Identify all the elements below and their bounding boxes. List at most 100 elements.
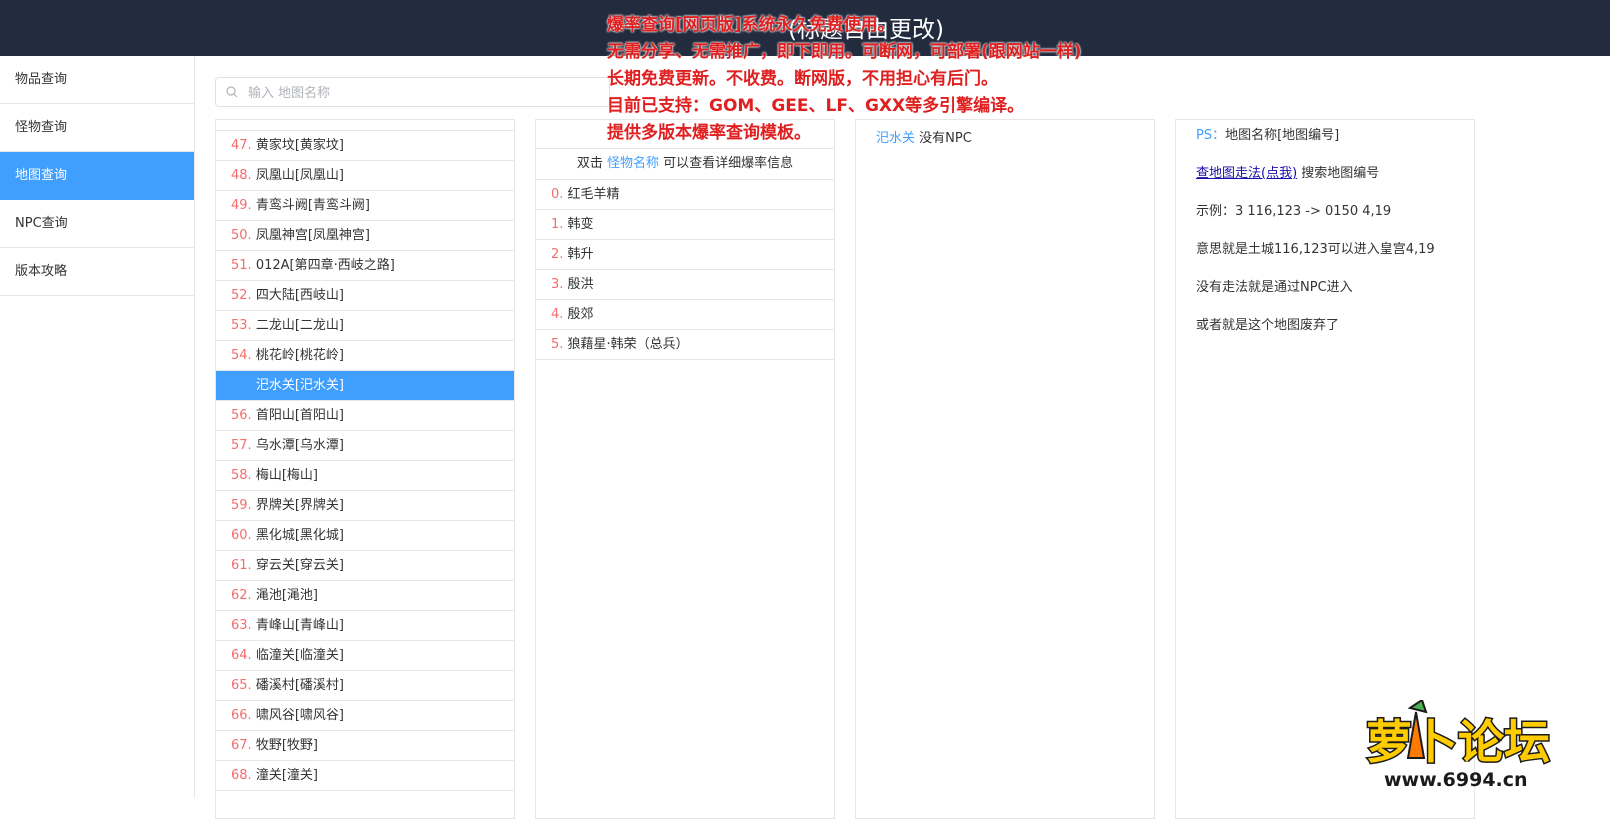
monster-list-item[interactable]: 2. 韩升 <box>536 240 834 270</box>
map-list-item[interactable]: 50. 凤凰神宫[凤凰神宫] <box>216 221 514 251</box>
monster-item-number: 4. <box>551 307 564 322</box>
double-click-hint: 双击 怪物名称 可以查看详细爆率信息 <box>536 149 834 180</box>
map-list-item[interactable]: 63. 青峰山[青峰山] <box>216 611 514 641</box>
map-item-number: 56. <box>231 408 252 423</box>
sidebar-item-maps[interactable]: 地图查询 <box>0 152 194 200</box>
map-list-item[interactable]: 56. 首阳山[首阳山] <box>216 401 514 431</box>
map-list-item[interactable]: 57. 乌水潭[乌水潭] <box>216 431 514 461</box>
list-item-partial <box>216 120 514 131</box>
map-list-item[interactable]: 66. 啸风谷[啸风谷] <box>216 701 514 731</box>
map-item-name: 汜水关[汜水关] <box>255 378 344 393</box>
map-list-item[interactable]: 60. 黑化城[黑化城] <box>216 521 514 551</box>
map-list-item[interactable]: 48. 凤凰山[凤凰山] <box>216 161 514 191</box>
map-item-number: 50. <box>231 228 252 243</box>
map-item-name: 凤凰山[凤凰山] <box>255 168 344 183</box>
monster-list-item[interactable]: 5. 狼藉星·韩荣（总兵） <box>536 330 834 360</box>
map-item-name: 黑化城[黑化城] <box>255 528 344 543</box>
monster-item-name: 狼藉星·韩荣（总兵） <box>567 337 689 352</box>
map-item-number: 66. <box>231 708 252 723</box>
monster-item-name: 殷郊 <box>567 307 594 322</box>
search-input[interactable] <box>246 78 600 108</box>
monster-list-item[interactable]: 1. 韩变 <box>536 210 834 240</box>
map-list-item[interactable]: 65. 磻溪村[磻溪村] <box>216 671 514 701</box>
monster-item-name: 殷洪 <box>567 277 594 292</box>
help-ps-label: PS： <box>1196 128 1226 143</box>
map-item-number: 61. <box>231 558 252 573</box>
map-item-number: 54. <box>231 348 252 363</box>
map-item-number: 48. <box>231 168 252 183</box>
promo-line: 爆率查询[网页版]系统永久免费使用。 <box>607 15 895 35</box>
map-route-link[interactable]: 查地图走法(点我) <box>1196 166 1297 181</box>
map-item-number: 64. <box>231 648 252 663</box>
help-ps-text: 地图名称[地图编号] <box>1225 128 1340 143</box>
promo-overlay-text: 爆率查询[网页版]系统永久免费使用。 无需分享、无需推广，即下即用。可断网，可部… <box>607 12 1082 147</box>
monster-item-name: 韩变 <box>567 217 594 232</box>
map-list-item[interactable]: 68. 潼关[潼关] <box>216 761 514 791</box>
sidebar-item-monsters[interactable]: 怪物查询 <box>0 104 194 152</box>
map-item-name: 桃花岭[桃花岭] <box>255 348 344 363</box>
monster-item-name: 韩升 <box>567 247 594 262</box>
map-item-name: 黄家坟[黄家坟] <box>255 138 344 153</box>
sidebar: 物品查询 怪物查询 地图查询 NPC查询 版本攻略 <box>0 56 195 798</box>
map-item-number: 53. <box>231 318 252 333</box>
map-item-name: 临潼关[临潼关] <box>255 648 344 663</box>
map-item-name: 乌水潭[乌水潭] <box>255 438 344 453</box>
map-item-name: 界牌关[界牌关] <box>255 498 344 513</box>
promo-line: 目前已支持：GOM、GEE、LF、GXX等多引擎编译。 <box>607 96 1025 116</box>
map-item-name: 渑池[渑池] <box>255 588 318 603</box>
map-item-name: 梅山[梅山] <box>255 468 318 483</box>
map-item-number: 58. <box>231 468 252 483</box>
map-list-item[interactable]: 52. 四大陆[西岐山] <box>216 281 514 311</box>
map-item-number: 59. <box>231 498 252 513</box>
map-item-number: 63. <box>231 618 252 633</box>
help-example: 示例：3 116,123 -> 0150 4,19 <box>1196 204 1392 219</box>
map-list-item[interactable]: 64. 临潼关[临潼关] <box>216 641 514 671</box>
monster-panel: 双击 怪物名称 可以查看详细爆率信息 0. 红毛羊精 1. 韩变 2. 韩升 3. 殷… <box>535 119 835 819</box>
monster-item-number: 5. <box>551 337 564 352</box>
map-list-item[interactable]: 51. 012A[第四章·西岐之路] <box>216 251 514 281</box>
map-item-name: 穿云关[穿云关] <box>255 558 344 573</box>
map-item-name: 磻溪村[磻溪村] <box>255 678 344 693</box>
watermark-logo-text: 萝卜论坛 <box>1366 715 1550 769</box>
monster-list-item[interactable]: 0. 红毛羊精 <box>536 180 834 210</box>
forum-watermark-logo: 萝卜论坛 www.6994.cn <box>1365 700 1552 791</box>
monster-item-name: 红毛羊精 <box>567 187 620 202</box>
map-item-name: 凤凰神宫[凤凰神宫] <box>255 228 370 243</box>
map-list-item[interactable]: 67. 牧野[牧野] <box>216 731 514 761</box>
map-item-number: 49. <box>231 198 252 213</box>
map-item-number: 55. <box>231 378 252 393</box>
npc-panel: 汜水关 没有NPC <box>855 119 1155 819</box>
monster-list-item[interactable]: 3. 殷洪 <box>536 270 834 300</box>
monster-list-item[interactable]: 4. 殷郊 <box>536 300 834 330</box>
map-list-item[interactable]: 62. 渑池[渑池] <box>216 581 514 611</box>
map-list-item[interactable]: 61. 穿云关[穿云关] <box>216 551 514 581</box>
sidebar-item-npc[interactable]: NPC查询 <box>0 200 194 248</box>
map-item-name: 牧野[牧野] <box>255 738 318 753</box>
map-item-number: 65. <box>231 678 252 693</box>
sidebar-item-guide[interactable]: 版本攻略 <box>0 248 194 296</box>
map-item-name: 青峰山[青峰山] <box>255 618 344 633</box>
map-item-name: 二龙山[二龙山] <box>255 318 344 333</box>
map-list: 47. 黄家坟[黄家坟] 48. 凤凰山[凤凰山] 49. 青鸾斗阙[青鸾斗阙] 50… <box>216 131 514 791</box>
map-list-item[interactable]: 54. 桃花岭[桃花岭] <box>216 341 514 371</box>
search-box <box>215 77 610 108</box>
watermark-url: www.6994.cn <box>1384 769 1528 791</box>
map-list-item[interactable]: 58. 梅山[梅山] <box>216 461 514 491</box>
map-list-item[interactable]: 49. 青鸾斗阙[青鸾斗阙] <box>216 191 514 221</box>
map-list-item[interactable]: 53. 二龙山[二龙山] <box>216 311 514 341</box>
monster-list: 0. 红毛羊精 1. 韩变 2. 韩升 3. 殷洪 4. 殷郊 5. 狼藉星·韩荣（总兵） <box>536 180 834 360</box>
sidebar-item-items[interactable]: 物品查询 <box>0 56 194 104</box>
map-list-item[interactable]: 55. 汜水关[汜水关] <box>216 371 514 401</box>
map-item-number: 60. <box>231 528 252 543</box>
map-list-item[interactable]: 47. 黄家坟[黄家坟] <box>216 131 514 161</box>
map-list-item[interactable]: 59. 界牌关[界牌关] <box>216 491 514 521</box>
map-item-name: 潼关[潼关] <box>255 768 318 783</box>
hint-suffix: 可以查看详细爆率信息 <box>663 156 794 171</box>
monster-item-number: 3. <box>551 277 564 292</box>
map-item-name: 四大陆[西岐山] <box>255 288 344 303</box>
map-item-number: 51. <box>231 258 252 273</box>
monster-item-number: 0. <box>551 187 564 202</box>
map-item-name: 青鸾斗阙[青鸾斗阙] <box>255 198 370 213</box>
help-ps-line: PS：地图名称[地图编号] <box>1196 127 1474 145</box>
help-meaning: 意思就是土城116,123可以进入皇宫4,19 <box>1196 242 1435 257</box>
